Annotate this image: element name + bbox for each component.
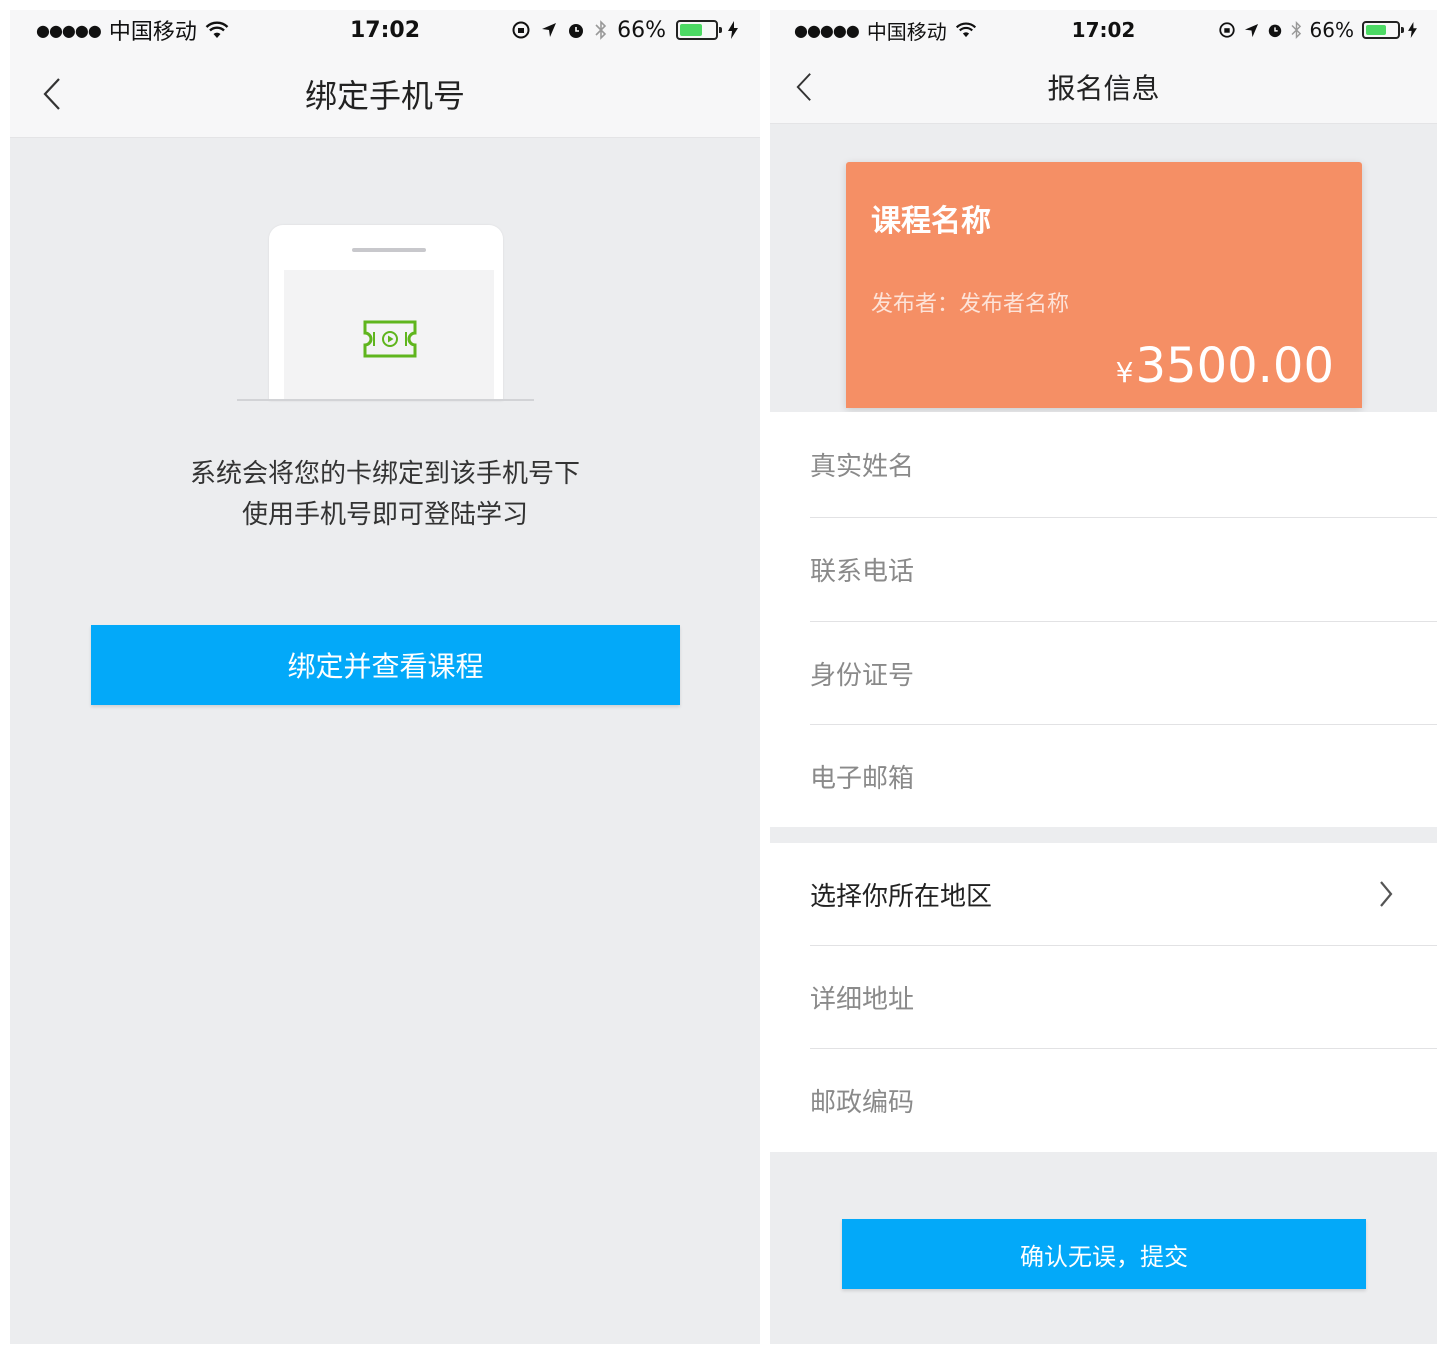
signal-strength-icon: ●●●●● xyxy=(794,20,860,40)
address-form: 选择你所在地区 详细地址 邮政编码 xyxy=(770,843,1437,1152)
location-icon xyxy=(542,23,557,37)
phone-illustration xyxy=(269,225,503,401)
region-select-label: 选择你所在地区 xyxy=(810,881,993,912)
alarm-icon xyxy=(569,24,584,38)
alarm-icon xyxy=(1268,24,1281,38)
wifi-icon xyxy=(205,21,229,38)
chevron-left-icon xyxy=(43,77,60,110)
currency-symbol: ¥ xyxy=(1115,356,1134,389)
status-bar: ●●●●● 中国移动 17:02 66% xyxy=(770,10,1437,50)
bind-description-line-1: 系统会将您的卡绑定到该手机号下 xyxy=(189,459,580,489)
bluetooth-icon xyxy=(595,20,607,40)
charging-icon xyxy=(1408,22,1417,38)
page-title: 报名信息 xyxy=(1047,71,1160,105)
publisher-label: 发布者： xyxy=(871,292,960,317)
chevron-left-icon xyxy=(796,72,811,101)
rotation-lock-icon xyxy=(1218,22,1235,38)
publisher-name: 发布者名称 xyxy=(959,292,1070,317)
phone-number-field[interactable]: 联系电话 xyxy=(810,518,1437,622)
bind-phone-screen: ●●●●● 中国移动 17:02 66% 绑定手机号 系统会将您的卡绑定到该手机… xyxy=(10,10,760,1344)
navigation-bar: 报名信息 xyxy=(770,50,1437,124)
status-bar: ●●●●● 中国移动 17:02 66% xyxy=(10,10,760,50)
region-select[interactable]: 选择你所在地区 xyxy=(810,843,1437,946)
back-button[interactable] xyxy=(32,69,72,119)
bluetooth-icon xyxy=(1291,21,1301,39)
phone-screen xyxy=(284,270,494,401)
back-button[interactable] xyxy=(784,62,824,112)
carrier-name: 中国移动 xyxy=(108,20,197,45)
illustration-baseline xyxy=(237,399,534,401)
detail-address-field[interactable]: 详细地址 xyxy=(810,946,1437,1049)
battery-icon xyxy=(1362,21,1404,39)
battery-icon xyxy=(676,20,722,40)
phone-speaker xyxy=(352,248,426,252)
course-card: 课程名称 发布者： 发布者名称 ¥ 3500.00 xyxy=(846,162,1362,408)
signal-strength-icon: ●●●●● xyxy=(36,20,102,40)
postal-code-field[interactable]: 邮政编码 xyxy=(810,1049,1437,1152)
carrier-name: 中国移动 xyxy=(866,19,947,44)
bind-and-view-course-button[interactable]: 绑定并查看课程 xyxy=(91,625,680,705)
personal-info-form: 真实姓名 联系电话 身份证号 电子邮箱 xyxy=(770,412,1437,827)
real-name-field[interactable]: 真实姓名 xyxy=(810,412,1437,518)
wifi-icon xyxy=(955,22,976,38)
course-name: 课程名称 xyxy=(871,204,991,239)
course-ticket-icon xyxy=(363,320,417,358)
chevron-right-icon xyxy=(1380,881,1393,907)
page-title: 绑定手机号 xyxy=(304,76,465,115)
navigation-bar: 绑定手机号 xyxy=(10,50,760,138)
email-field[interactable]: 电子邮箱 xyxy=(810,725,1437,827)
bind-description-line-2: 使用手机号即可登陆学习 xyxy=(241,500,528,530)
rotation-lock-icon xyxy=(512,21,530,39)
charging-icon xyxy=(728,21,738,39)
id-number-field[interactable]: 身份证号 xyxy=(810,622,1437,725)
location-icon xyxy=(1244,23,1258,37)
price-value: 3500.00 xyxy=(1135,338,1335,394)
publisher-info: 发布者： 发布者名称 xyxy=(871,286,1069,318)
signup-info-screen: ●●●●● 中国移动 17:02 66% 报名信息 课程名称 发布者： 发布者名… xyxy=(770,10,1437,1344)
course-price: ¥ 3500.00 xyxy=(1116,338,1334,394)
submit-button[interactable]: 确认无误，提交 xyxy=(842,1219,1366,1289)
battery-percentage: 66% xyxy=(1309,18,1354,42)
battery-percentage: 66% xyxy=(617,17,666,43)
